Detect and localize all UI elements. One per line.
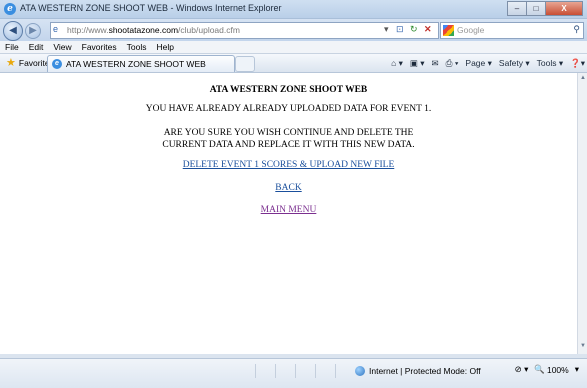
confirm-message: ARE YOU SURE YOU WISH CONTINUE AND DELET… [0, 127, 577, 151]
print-icon[interactable]: ⎙ ▾ [446, 58, 459, 69]
tab-bar: ★ Favorites e ATA WESTERN ZONE SHOOT WEB… [0, 54, 587, 73]
ie-logo-icon: e [4, 3, 16, 15]
close-button[interactable]: X [545, 1, 583, 16]
dropdown-icon[interactable]: ▾ [384, 24, 389, 35]
confirm-message-line1: ARE YOU SURE YOU WISH CONTINUE AND DELET… [163, 128, 414, 138]
window-title: ATA WESTERN ZONE SHOOT WEB - Windows Int… [20, 3, 282, 13]
google-icon [443, 25, 454, 36]
maximize-button[interactable]: □ [526, 1, 546, 16]
protected-mode-icon[interactable]: ⊘ ▾ [515, 364, 529, 375]
favorites-star-icon: ★ [6, 57, 16, 69]
title-bar: e ATA WESTERN ZONE SHOOT WEB - Windows I… [0, 0, 587, 19]
status-divider [255, 364, 256, 378]
menu-favorites[interactable]: Favorites [77, 41, 122, 53]
main-menu-link-row: MAIN MENU [0, 205, 577, 215]
compatibility-icon[interactable]: ⊡ [396, 24, 404, 35]
mail-icon[interactable]: ✉ [432, 58, 439, 69]
back-button[interactable]: ◀ [3, 21, 23, 41]
delete-and-upload-link[interactable]: DELETE EVENT 1 SCORES & UPLOAD NEW FILE [183, 160, 395, 170]
forward-button[interactable]: ▶ [25, 23, 41, 39]
zoom-dropdown-icon[interactable]: ▾ [575, 364, 579, 375]
back-link[interactable]: BACK [275, 183, 301, 193]
main-menu-link[interactable]: MAIN MENU [261, 205, 317, 215]
new-tab-button[interactable] [235, 56, 255, 72]
status-divider [315, 364, 316, 378]
page-menu[interactable]: Page ▾ [465, 58, 492, 69]
search-icon[interactable]: ⚲ [573, 24, 580, 35]
tab-ie-icon: e [52, 59, 62, 69]
page-title: ATA WESTERN ZONE SHOOT WEB [209, 85, 368, 95]
menu-edit[interactable]: Edit [24, 41, 49, 53]
security-zone[interactable]: Internet | Protected Mode: Off [355, 364, 481, 378]
status-divider [295, 364, 296, 378]
minimize-button[interactable]: – [507, 1, 527, 16]
security-zone-label: Internet | Protected Mode: Off [369, 366, 481, 376]
home-icon[interactable]: ⌂ ▾ [391, 58, 403, 69]
menu-tools[interactable]: Tools [122, 41, 152, 53]
tab-label: ATA WESTERN ZONE SHOOT WEB [66, 59, 206, 69]
safety-menu[interactable]: Safety ▾ [499, 58, 530, 69]
refresh-icon[interactable]: ↻ [410, 24, 418, 35]
menu-view[interactable]: View [48, 41, 76, 53]
address-controls: ▾ ⊡ ↻ ✕ [380, 22, 439, 39]
status-divider [335, 364, 336, 378]
zoom-control[interactable]: ⊘ ▾ 🔍 100% ▾ [509, 364, 579, 375]
already-uploaded-message: YOU HAVE ALREADY ALREADY UPLOADED DATA F… [145, 104, 432, 114]
window-controls: – □ X [507, 1, 583, 16]
tab-active[interactable]: e ATA WESTERN ZONE SHOOT WEB [47, 55, 235, 72]
command-bar: ⌂ ▾ ▣ ▾ ✉ ⎙ ▾ Page ▾ Safety ▾ Tools ▾ ❓▾ [384, 56, 585, 70]
address-toolbar: ◀ ▶ e http://www.shootatazone.com/club/u… [0, 19, 587, 41]
feeds-icon[interactable]: ▣ ▾ [410, 58, 425, 69]
confirm-message-line2: CURRENT DATA AND REPLACE IT WITH THIS NE… [162, 140, 415, 150]
back-link-row: BACK [0, 183, 577, 193]
menu-file[interactable]: File [0, 41, 24, 53]
delete-link-row: DELETE EVENT 1 SCORES & UPLOAD NEW FILE [0, 160, 577, 170]
menu-help[interactable]: Help [151, 41, 178, 53]
status-bar: Internet | Protected Mode: Off ⊘ ▾ 🔍 100… [0, 358, 587, 388]
search-input[interactable]: Google ⚲ [440, 22, 584, 39]
scroll-up-icon[interactable]: ▲ [579, 75, 587, 84]
tools-menu[interactable]: Tools ▾ [537, 58, 563, 69]
address-input[interactable]: e http://www.shootatazone.com/club/uploa… [50, 22, 382, 39]
status-divider [275, 364, 276, 378]
help-icon[interactable]: ❓▾ [570, 58, 585, 69]
globe-icon [355, 366, 365, 376]
page-viewport: ATA WESTERN ZONE SHOOT WEB YOU HAVE ALRE… [0, 73, 577, 354]
scroll-down-icon[interactable]: ▼ [579, 343, 587, 352]
zoom-icon: 🔍 [534, 364, 545, 374]
menu-bar: File Edit View Favorites Tools Help [0, 41, 587, 54]
url-text: http://www.shootatazone.com/club/upload.… [67, 25, 240, 35]
page-icon: e [53, 24, 59, 34]
stop-icon[interactable]: ✕ [424, 24, 432, 35]
search-placeholder: Google [457, 25, 485, 35]
zoom-level: 100% [546, 364, 569, 375]
vertical-scrollbar[interactable]: ▲ ▼ [577, 73, 587, 354]
